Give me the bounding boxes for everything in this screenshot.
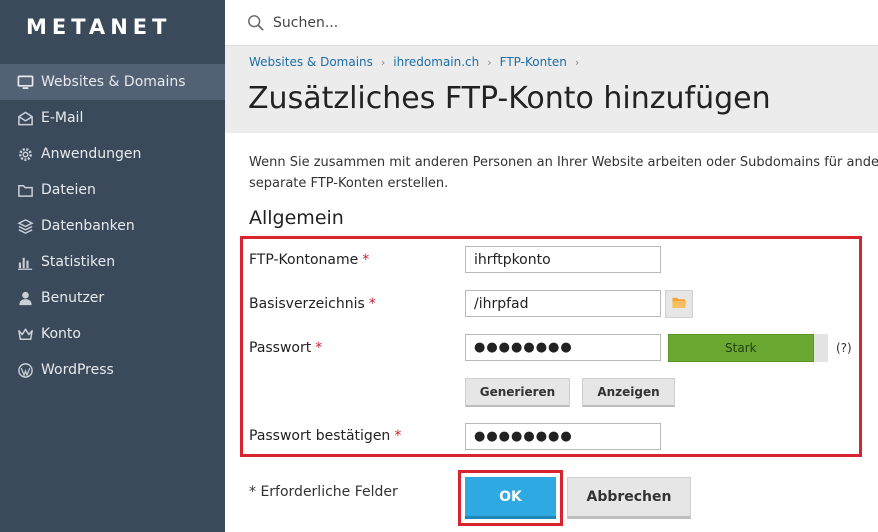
monitor-icon xyxy=(16,73,34,91)
sidebar-item-label: Statistiken xyxy=(41,254,116,270)
gear-icon xyxy=(16,145,34,163)
metanet-logo[interactable]: METANET xyxy=(26,15,171,39)
sidebar-item-label: Anwendungen xyxy=(41,146,142,162)
intro-line-2: separate FTP-Konten erstellen. xyxy=(249,176,449,191)
required-marker: * xyxy=(368,296,376,312)
breadcrumb: Websites & Domains › ihredomain.ch › FTP… xyxy=(249,55,587,69)
sidebar: METANET Websites & Domains E-Mail Anwend… xyxy=(0,0,225,532)
base-dir-input[interactable]: /ihrpfad xyxy=(465,290,661,317)
sidebar-item-label: WordPress xyxy=(41,362,114,378)
sidebar-item-email[interactable]: E-Mail xyxy=(0,100,225,136)
page-header: Websites & Domains › ihredomain.ch › FTP… xyxy=(225,46,878,133)
user-icon xyxy=(16,289,34,307)
folder-icon xyxy=(16,181,34,199)
confirm-password-input[interactable]: ●●●●●●●● xyxy=(465,423,661,450)
sidebar-item-datenbanken[interactable]: Datenbanken xyxy=(0,208,225,244)
breadcrumb-ftp-konten[interactable]: FTP-Konten xyxy=(500,55,567,69)
sidebar-item-anwendungen[interactable]: Anwendungen xyxy=(0,136,225,172)
required-marker: * xyxy=(362,252,370,268)
folder-icon xyxy=(671,294,688,315)
sidebar-item-label: Konto xyxy=(41,326,81,342)
sidebar-item-dateien[interactable]: Dateien xyxy=(0,172,225,208)
required-marker: * xyxy=(315,340,323,356)
chevron-right-icon: › xyxy=(487,55,492,69)
intro-text: Wenn Sie zusammen mit anderen Personen a… xyxy=(249,152,878,194)
sidebar-item-label: Websites & Domains xyxy=(41,74,186,90)
search-input[interactable] xyxy=(273,14,673,31)
password-input[interactable]: ●●●●●●●● xyxy=(465,334,661,361)
bar-chart-icon xyxy=(16,253,34,271)
ftp-name-input[interactable]: ihrftpkonto xyxy=(465,246,661,273)
base-dir-label: Basisverzeichnis * xyxy=(249,296,376,312)
page-title: Zusätzliches FTP-Konto hinzufügen xyxy=(248,81,771,116)
wordpress-icon xyxy=(16,361,34,379)
sidebar-item-label: E-Mail xyxy=(41,110,84,126)
breadcrumb-websites-domains[interactable]: Websites & Domains xyxy=(249,55,373,69)
sidebar-item-wordpress[interactable]: WordPress xyxy=(0,352,225,388)
cancel-button[interactable]: Abbrechen xyxy=(567,477,691,519)
sidebar-item-benutzer[interactable]: Benutzer xyxy=(0,280,225,316)
sidebar-item-label: Datenbanken xyxy=(41,218,135,234)
password-strength-fill: Stark xyxy=(668,334,814,362)
sidebar-nav: Websites & Domains E-Mail Anwendungen Da… xyxy=(0,64,225,388)
password-help-link[interactable]: (?) xyxy=(836,341,852,355)
breadcrumb-domain[interactable]: ihredomain.ch xyxy=(393,55,479,69)
password-label: Passwort * xyxy=(249,340,323,356)
chevron-right-icon: › xyxy=(574,55,580,69)
sidebar-item-statistiken[interactable]: Statistiken xyxy=(0,244,225,280)
search-icon[interactable] xyxy=(247,13,267,33)
sidebar-item-konto[interactable]: Konto xyxy=(0,316,225,352)
show-password-button[interactable]: Anzeigen xyxy=(582,378,675,407)
confirm-password-label: Passwort bestätigen * xyxy=(249,428,402,444)
password-strength-label: Stark xyxy=(725,341,757,355)
crown-icon xyxy=(16,325,34,343)
chevron-right-icon: › xyxy=(380,55,386,69)
ok-button[interactable]: OK xyxy=(465,477,556,519)
required-marker: * xyxy=(394,428,402,444)
generate-password-button[interactable]: Generieren xyxy=(465,378,570,407)
required-fields-note: * Erforderliche Felder xyxy=(249,484,398,500)
sidebar-item-websites-domains[interactable]: Websites & Domains xyxy=(0,64,225,100)
mail-icon xyxy=(16,109,34,127)
section-title-allgemein: Allgemein xyxy=(249,207,344,229)
database-icon xyxy=(16,217,34,235)
browse-folder-button[interactable] xyxy=(665,290,693,318)
sidebar-item-label: Dateien xyxy=(41,182,96,198)
intro-line-1: Wenn Sie zusammen mit anderen Personen a… xyxy=(249,155,878,170)
password-strength-meter: Stark xyxy=(668,334,828,362)
ftp-name-label: FTP-Kontoname * xyxy=(249,252,370,268)
sidebar-item-label: Benutzer xyxy=(41,290,105,306)
top-search-bar xyxy=(225,0,878,46)
